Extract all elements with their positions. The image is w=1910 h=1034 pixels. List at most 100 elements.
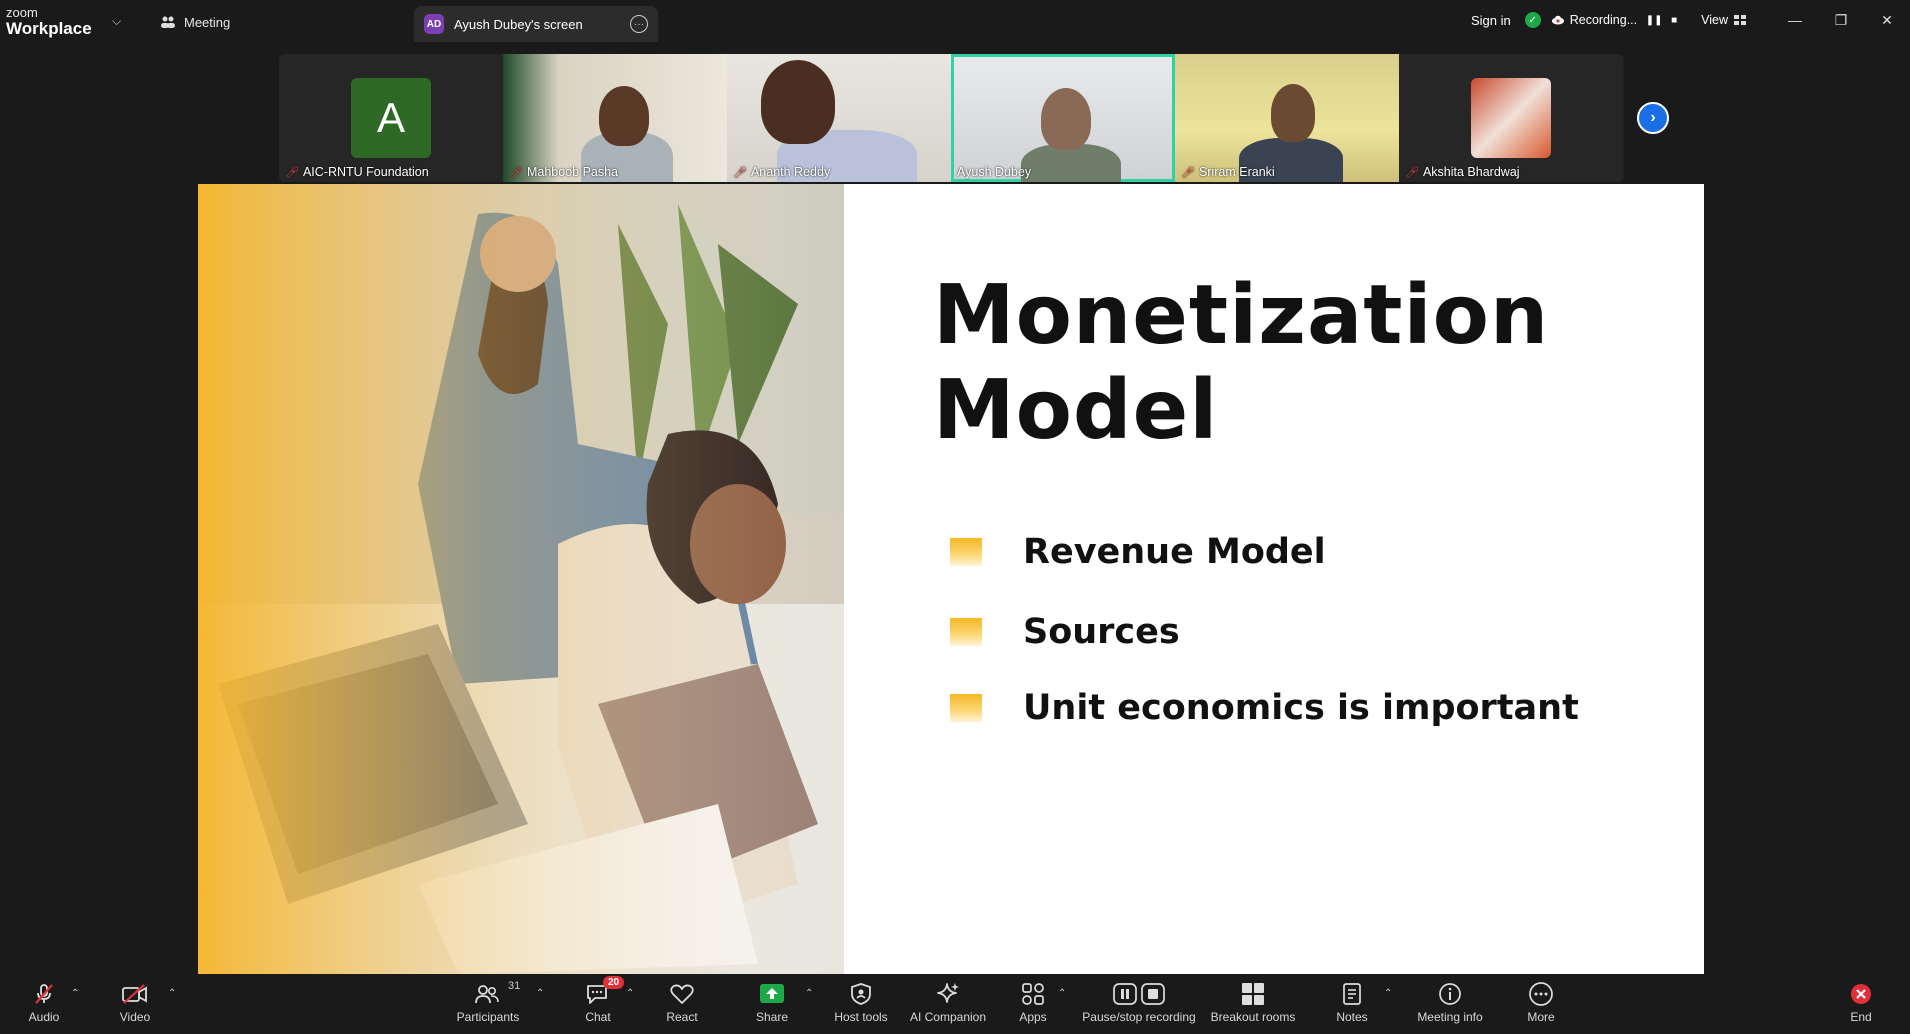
- slide-title-line1: Monetization: [933, 268, 1550, 363]
- slide-bullet: Revenue Model: [950, 514, 1579, 590]
- slide-bullet-text: Revenue Model: [1023, 532, 1326, 572]
- recording-label: Recording...: [1569, 13, 1638, 27]
- host-shield-icon: [850, 980, 872, 1008]
- video-label: Video: [119, 1010, 151, 1024]
- zoom-workplace-logo: zoom Workplace: [6, 6, 92, 37]
- chat-options-caret-icon[interactable]: ⌃: [626, 988, 634, 999]
- video-figure: [761, 60, 835, 144]
- meeting-tab[interactable]: Meeting: [160, 10, 230, 34]
- mic-muted-icon: 🎤︎: [733, 166, 747, 179]
- mic-muted-icon: 🎤︎: [1181, 166, 1195, 179]
- ai-sparkle-icon: [935, 980, 961, 1008]
- info-icon: [1438, 980, 1462, 1008]
- participants-options-caret-icon[interactable]: ⌃: [536, 988, 544, 999]
- slide-title-line2: Model: [933, 363, 1219, 458]
- notes-options-caret-icon[interactable]: ⌃: [1384, 988, 1392, 999]
- video-figure: [1271, 84, 1315, 142]
- participants-label: Participants: [456, 1010, 520, 1024]
- participant-name: Sriram Eranki: [1198, 165, 1275, 179]
- host-tools-button[interactable]: Host tools: [830, 980, 892, 1032]
- notes-button[interactable]: Notes: [1334, 980, 1370, 1032]
- participant-name: Ananth Reddy: [750, 165, 831, 179]
- breakout-rooms-button[interactable]: Breakout rooms: [1210, 980, 1296, 1032]
- more-label: More: [1527, 1010, 1555, 1024]
- participant-name-row: 🎤︎ Mahboob Pasha: [509, 165, 618, 179]
- more-options-icon[interactable]: ···: [630, 15, 648, 33]
- chat-icon: 20: [585, 976, 625, 1008]
- participant-tile[interactable]: 🎤︎ Sriram Eranki: [1175, 54, 1399, 182]
- audio-options-caret-icon[interactable]: ⌃: [71, 988, 79, 999]
- chat-label: Chat: [585, 1010, 611, 1024]
- stop-icon: [1141, 983, 1165, 1005]
- shared-screen-slide: Monetization Model Revenue Model Sources…: [198, 184, 1704, 974]
- slide-bullet-text: Sources: [1023, 612, 1180, 652]
- recording-indicator: Recording...: [1551, 13, 1637, 27]
- shared-screen-tab[interactable]: AD Ayush Dubey's screen ···: [414, 6, 658, 42]
- share-options-caret-icon[interactable]: ⌃: [805, 988, 813, 999]
- apps-options-caret-icon[interactable]: ⌃: [1058, 988, 1066, 999]
- stop-recording-icon[interactable]: ■: [1667, 13, 1681, 27]
- participant-name-row: 🎤︎ Ananth Reddy: [733, 165, 830, 179]
- more-button[interactable]: More: [1526, 980, 1556, 1032]
- apps-icon: [1021, 980, 1045, 1008]
- video-options-caret-icon[interactable]: ⌃: [168, 988, 176, 999]
- pause-recording-icon[interactable]: ❚❚: [1646, 13, 1663, 27]
- minimize-icon[interactable]: —: [1772, 0, 1818, 40]
- participants-button[interactable]: 31 Participants: [452, 980, 524, 1032]
- participant-gallery: A 🎤︎ AIC-RNTU Foundation 🎤︎ Mahboob Pasha …: [279, 54, 1624, 182]
- bullet-square-icon: [950, 618, 982, 646]
- bullet-square-icon: [950, 538, 982, 566]
- meeting-controls-toolbar: Audio ⌃ Video ⌃ 31 Participants ⌃ 20 Cha…: [0, 974, 1910, 1034]
- participant-name-row: Ayush Dubey: [957, 165, 1031, 179]
- end-meeting-button[interactable]: End: [1846, 980, 1876, 1032]
- restore-icon[interactable]: ❐: [1818, 0, 1864, 40]
- video-figure: [599, 86, 649, 146]
- apps-button[interactable]: Apps: [1016, 980, 1050, 1032]
- view-button[interactable]: View: [1701, 13, 1746, 27]
- people-icon: [161, 16, 175, 28]
- participant-profile-photo: [1471, 78, 1551, 158]
- participant-tile[interactable]: 🎤︎ Akshita Bhardwaj: [1399, 54, 1623, 182]
- share-screen-icon: [759, 980, 785, 1008]
- close-icon[interactable]: ✕: [1864, 0, 1910, 40]
- encryption-shield-icon[interactable]: ✓: [1524, 12, 1541, 28]
- participant-name: AIC-RNTU Foundation: [302, 165, 429, 179]
- participant-tile[interactable]: 🎤︎ Ananth Reddy: [727, 54, 951, 182]
- pause-stop-recording-label: Pause/stop recording: [1082, 1010, 1196, 1024]
- share-button[interactable]: Share: [750, 980, 794, 1032]
- sign-in-link[interactable]: Sign in: [1471, 13, 1511, 28]
- grid-view-icon: [1734, 15, 1746, 25]
- microphone-muted-icon: [32, 980, 56, 1008]
- notes-label: Notes: [1336, 1010, 1368, 1024]
- participant-tile[interactable]: 🎤︎ Mahboob Pasha: [503, 54, 727, 182]
- pause-stop-icons: [1113, 980, 1165, 1008]
- chat-button[interactable]: 20 Chat: [580, 976, 625, 1032]
- mic-muted-icon: 🎤︎: [1405, 166, 1419, 179]
- participant-tile[interactable]: A 🎤︎ AIC-RNTU Foundation: [279, 54, 503, 182]
- react-button[interactable]: React: [664, 980, 700, 1032]
- video-button[interactable]: Video: [115, 980, 155, 1032]
- meeting-info-button[interactable]: Meeting info: [1414, 980, 1486, 1032]
- ai-companion-button[interactable]: AI Companion: [906, 980, 990, 1032]
- brand-top-text: zoom: [6, 5, 38, 20]
- shared-screen-label: Ayush Dubey's screen: [454, 16, 583, 32]
- zoom-meeting-window: zoom Workplace ⌵ Meeting AD Ayush Dubey'…: [0, 0, 1910, 1034]
- ai-companion-label: AI Companion: [909, 1010, 987, 1024]
- react-label: React: [666, 1010, 698, 1024]
- participants-count: 31: [508, 980, 521, 992]
- meeting-info-label: Meeting info: [1417, 1010, 1483, 1024]
- participants-icon: 31: [474, 980, 520, 1008]
- next-page-arrow-icon[interactable]: ›: [1637, 102, 1669, 134]
- chevron-down-icon[interactable]: ⌵: [112, 14, 121, 29]
- mic-muted-icon: 🎤︎: [509, 166, 523, 179]
- view-label: View: [1701, 13, 1728, 27]
- titlebar-controls: Sign in ✓ Recording... ❚❚ ■ View — ❐ ✕: [1471, 0, 1910, 40]
- participant-tile-active[interactable]: Ayush Dubey: [951, 54, 1175, 182]
- slide-bullet: Sources: [950, 594, 1579, 670]
- audio-button[interactable]: Audio: [24, 980, 64, 1032]
- participant-name: Mahboob Pasha: [526, 165, 619, 179]
- pause-stop-recording-button[interactable]: Pause/stop recording: [1082, 980, 1196, 1032]
- heart-icon: [669, 980, 695, 1008]
- office-photo-illustration: [198, 184, 844, 974]
- pause-icon: [1113, 983, 1137, 1005]
